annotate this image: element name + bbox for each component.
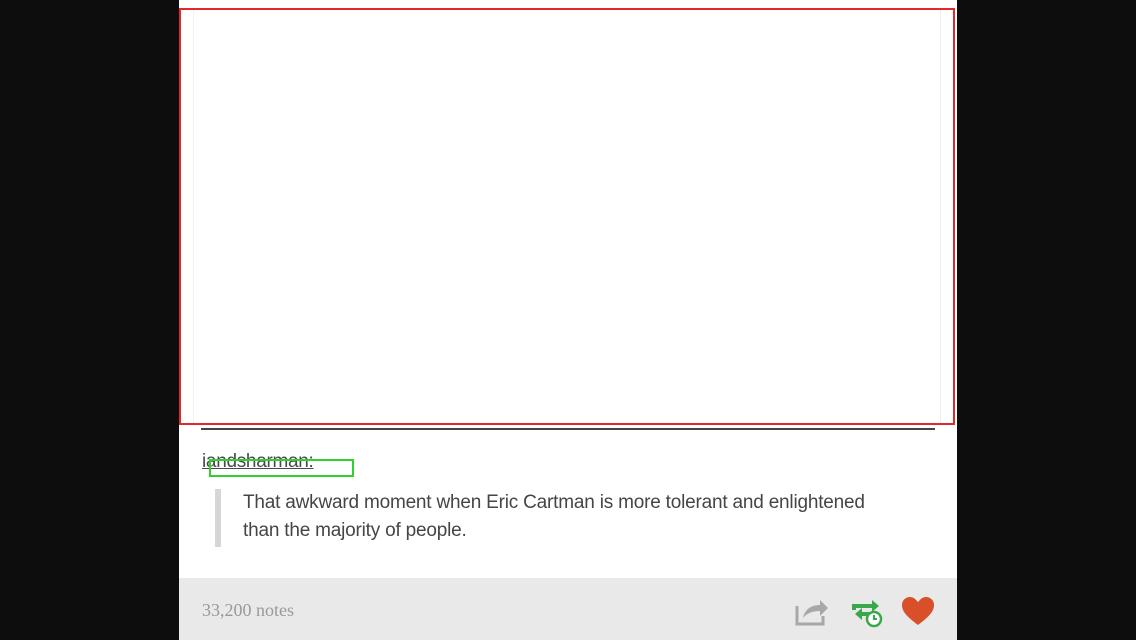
like-button[interactable]	[900, 594, 938, 628]
share-icon	[795, 600, 828, 626]
blockquote: That awkward moment when Eric Cartman is…	[215, 489, 893, 547]
notes-count[interactable]: 33,200 notes	[202, 600, 294, 621]
post-image-area[interactable]	[179, 8, 955, 425]
reblog-queue-icon	[852, 600, 883, 628]
heart-icon	[902, 597, 934, 625]
post-footer: 33,200 notes	[179, 578, 957, 640]
username-highlight	[209, 459, 354, 477]
post-image	[193, 10, 941, 423]
post-divider	[201, 428, 935, 430]
share-button[interactable]	[793, 594, 831, 628]
reblog-button[interactable]	[847, 594, 885, 628]
tumblr-post: iandsharman: That awkward moment when Er…	[179, 0, 957, 640]
quote-text: That awkward moment when Eric Cartman is…	[243, 492, 865, 541]
